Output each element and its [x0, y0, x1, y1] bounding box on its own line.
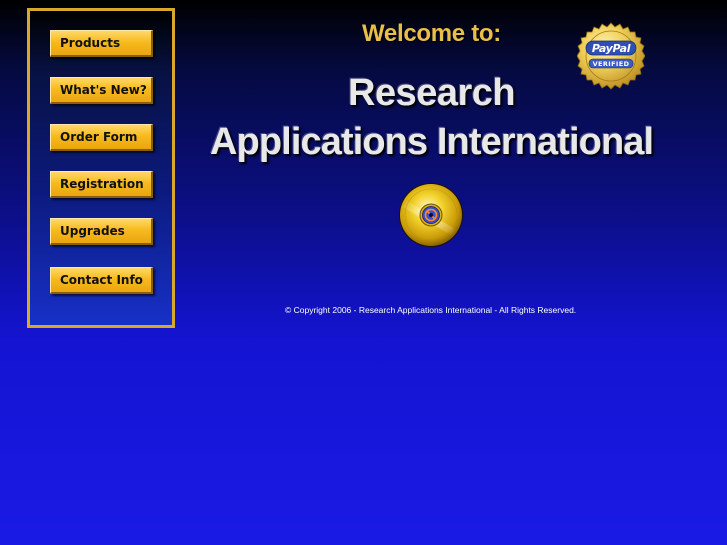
cd-disc-icon [397, 181, 465, 249]
paypal-verified-label: VERIFIED [592, 60, 630, 68]
company-title-line-2: Applications International [210, 121, 654, 163]
paypal-verified-seal-icon[interactable]: PayPal VERIFIED [576, 22, 646, 90]
nav-button-order-form[interactable]: Order Form [50, 124, 153, 151]
nav-button-whats-new[interactable]: What's New? [50, 77, 153, 104]
sidebar-nav: Products What's New? Order Form Registra… [27, 8, 175, 328]
nav-button-contact-info[interactable]: Contact Info [50, 267, 153, 294]
paypal-seal-graphic [576, 22, 646, 90]
nav-button-products[interactable]: Products [50, 30, 153, 57]
company-title-line-1: Research [348, 72, 516, 114]
copyright-text: © Copyright 2006 - Research Applications… [285, 305, 577, 315]
welcome-heading: Welcome to: [362, 20, 501, 47]
nav-button-registration[interactable]: Registration [50, 171, 153, 198]
cd-disc-graphic [399, 183, 463, 247]
paypal-brand-label: PayPal [591, 42, 631, 55]
nav-button-upgrades[interactable]: Upgrades [50, 218, 153, 245]
